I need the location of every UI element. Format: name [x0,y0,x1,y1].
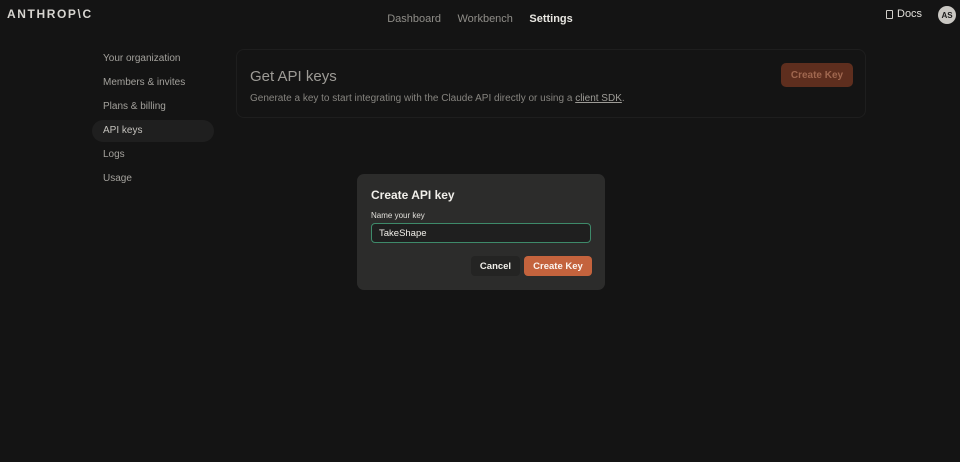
book-icon [886,9,893,19]
key-name-input[interactable] [371,223,591,243]
key-name-label: Name your key [371,211,425,220]
settings-sidebar: Your organization Members & invites Plan… [92,47,214,192]
page-title: Get API keys [250,68,337,85]
sidebar-item-your-organization[interactable]: Your organization [92,47,214,69]
modal-title: Create API key [371,188,455,202]
description-suffix: . [621,93,625,104]
client-sdk-link[interactable]: client SDK [575,93,622,104]
page: ANTHROP\C Dashboard Workbench Settings D… [0,0,960,462]
cancel-button[interactable]: Cancel [471,256,520,276]
modal-create-key-button[interactable]: Create Key [524,256,592,276]
api-keys-card: Get API keys Generate a key to start int… [236,49,866,118]
docs-label: Docs [897,8,923,20]
sidebar-item-api-keys[interactable]: API keys [92,119,214,142]
sidebar-item-usage[interactable]: Usage [92,168,214,190]
sidebar-item-logs[interactable]: Logs [92,144,214,166]
nav-dashboard[interactable]: Dashboard [387,13,441,25]
card-description: Generate a key to start integrating with… [250,93,625,104]
sidebar-item-plans-billing[interactable]: Plans & billing [92,95,214,117]
avatar[interactable]: AS [938,6,956,24]
nav-settings[interactable]: Settings [529,13,572,25]
create-key-button[interactable]: Create Key [781,63,853,87]
create-api-key-modal: Create API key Name your key Cancel Crea… [357,174,605,290]
nav-workbench[interactable]: Workbench [457,13,512,25]
docs-link[interactable]: Docs [886,6,930,22]
sidebar-item-members-invites[interactable]: Members & invites [92,71,214,93]
description-text: Generate a key to start integrating with… [250,93,576,104]
top-nav: Dashboard Workbench Settings [0,9,960,27]
